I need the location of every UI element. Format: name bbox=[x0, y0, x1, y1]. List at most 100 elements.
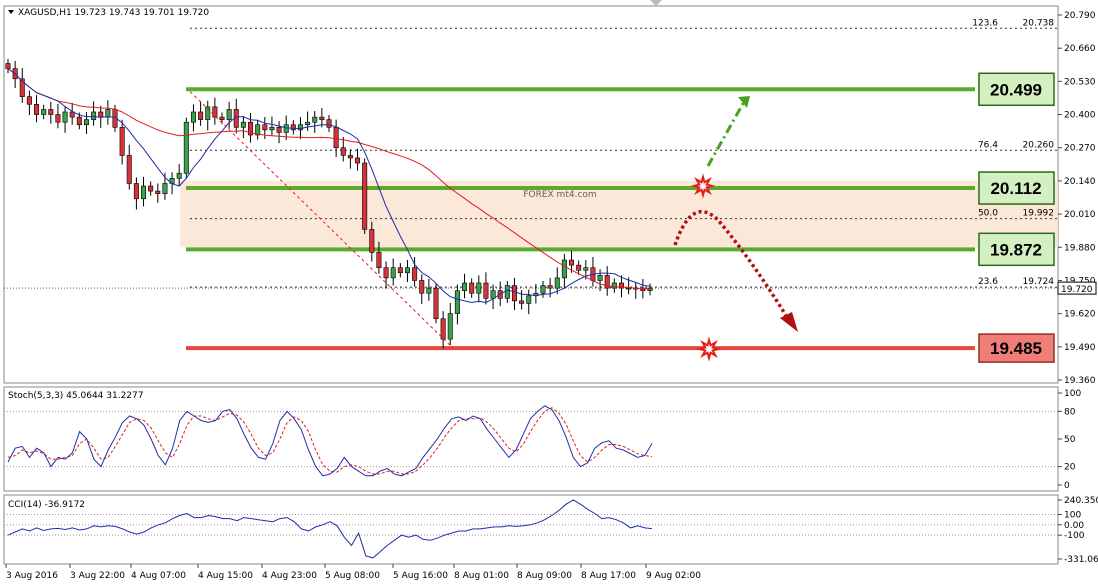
candle-body bbox=[269, 127, 275, 131]
stoch-label: Stoch(5,3,3) 45.0644 31.2277 bbox=[8, 391, 143, 401]
target-star-icon bbox=[696, 336, 722, 362]
y-tick-label: 20.270 bbox=[1064, 144, 1096, 154]
bullish-arrow-line bbox=[706, 99, 747, 167]
candle-body bbox=[119, 127, 125, 156]
y-tick-label: 20.400 bbox=[1064, 111, 1096, 121]
candle-body bbox=[469, 282, 475, 294]
candle-body bbox=[412, 267, 418, 281]
cci-tick-label: -100 bbox=[1064, 531, 1085, 541]
candle-body bbox=[91, 111, 97, 120]
fib-ratio-label: 123.6 bbox=[972, 18, 998, 28]
candle-body bbox=[526, 295, 532, 304]
x-tick-label: 8 Aug 17:00 bbox=[581, 571, 636, 581]
candle-body bbox=[26, 96, 32, 105]
fib-price-label: 19.724 bbox=[1023, 277, 1055, 287]
candle-body bbox=[404, 267, 410, 274]
candle-body bbox=[476, 282, 482, 294]
scroll-marker-icon bbox=[650, 0, 662, 6]
candle-body bbox=[240, 121, 246, 128]
chart-header: XAGUSD,H1 19.723 19.743 19.701 19.720 bbox=[18, 8, 209, 18]
stoch-tick-label: 0 bbox=[1064, 481, 1070, 491]
cci-tick-label: 240.3504 bbox=[1064, 496, 1098, 506]
candle-body bbox=[155, 190, 161, 194]
y-tick-label: 19.620 bbox=[1064, 310, 1096, 320]
candle-body bbox=[183, 121, 189, 174]
y-tick-label: 19.490 bbox=[1064, 343, 1096, 353]
candle-body bbox=[62, 111, 68, 123]
cci-label: CCI(14) -36.9172 bbox=[8, 500, 85, 510]
candle-body bbox=[576, 264, 582, 271]
candle-body bbox=[219, 116, 225, 120]
candle-body bbox=[55, 114, 61, 123]
candle-body bbox=[511, 285, 517, 302]
candle-body bbox=[419, 280, 425, 294]
current-price-label: 19.720 bbox=[1061, 285, 1093, 295]
candle-body bbox=[5, 63, 11, 69]
candle-body bbox=[319, 116, 325, 120]
resistance-label: 20.112 bbox=[990, 179, 1041, 198]
y-tick-label: 20.790 bbox=[1064, 11, 1096, 21]
bullish-arrow-head-icon bbox=[738, 96, 750, 108]
resistance-label: 20.499 bbox=[990, 80, 1042, 99]
candle-body bbox=[76, 116, 82, 126]
candle-body bbox=[105, 109, 111, 118]
candle-body bbox=[504, 285, 510, 299]
candle-body bbox=[305, 121, 311, 126]
cci-panel-frame bbox=[3, 494, 1059, 565]
stoch-tick-label: 100 bbox=[1064, 389, 1081, 399]
candle-body bbox=[262, 124, 268, 131]
candle-body bbox=[98, 111, 104, 118]
candle-body bbox=[447, 313, 453, 340]
candle-body bbox=[312, 116, 318, 123]
candle-body bbox=[355, 157, 361, 164]
candle-body bbox=[540, 285, 546, 294]
candle-body bbox=[433, 287, 439, 320]
x-tick-label: 9 Aug 02:00 bbox=[646, 571, 701, 581]
candle-body bbox=[519, 300, 525, 304]
y-tick-label: 20.140 bbox=[1064, 177, 1096, 187]
fib-price-label: 20.260 bbox=[1023, 140, 1055, 150]
x-tick-label: 3 Aug 22:00 bbox=[70, 571, 125, 581]
candle-body bbox=[561, 259, 567, 279]
candle-body bbox=[554, 277, 560, 289]
fib-ratio-label: 50.0 bbox=[978, 209, 998, 219]
chart-window: XAGUSD,H1 19.723 19.743 19.701 19.720 20.… bbox=[0, 0, 1098, 585]
candle-body bbox=[198, 111, 204, 120]
candle-body bbox=[490, 290, 496, 299]
bearish-arrow-head-icon bbox=[780, 312, 798, 332]
candle-body bbox=[340, 147, 346, 156]
fib-price-label: 20.738 bbox=[1023, 18, 1055, 28]
resistance-zone bbox=[180, 180, 1058, 248]
y-tick-label: 20.530 bbox=[1064, 77, 1096, 87]
candle-body bbox=[126, 155, 132, 184]
candle-body bbox=[283, 124, 289, 133]
candle-body bbox=[83, 119, 89, 126]
fib-ratio-label: 23.6 bbox=[978, 277, 998, 287]
candle-body bbox=[483, 282, 489, 299]
candle-body bbox=[162, 183, 168, 194]
x-tick-label: 4 Aug 23:00 bbox=[262, 571, 317, 581]
candle-body bbox=[569, 259, 575, 266]
y-tick-label: 20.660 bbox=[1064, 44, 1096, 54]
candle-body bbox=[133, 183, 139, 200]
candle-body bbox=[326, 119, 332, 128]
fib-ratio-label: 76.4 bbox=[978, 140, 998, 150]
candle-body bbox=[369, 229, 375, 253]
x-tick-label: 5 Aug 08:00 bbox=[325, 571, 380, 581]
candle-body bbox=[362, 162, 368, 230]
candle-body bbox=[547, 285, 553, 289]
candle-body bbox=[176, 172, 182, 179]
stoch-signal-line bbox=[7, 407, 653, 475]
fib-price-label: 19.992 bbox=[1023, 209, 1055, 219]
cci-line bbox=[7, 499, 653, 559]
y-tick-label: 20.010 bbox=[1064, 210, 1096, 220]
candle-body bbox=[141, 185, 147, 200]
stoch-panel-frame bbox=[3, 386, 1059, 492]
cci-tick-label: 0.00 bbox=[1064, 521, 1084, 531]
resistance-label: 19.872 bbox=[990, 240, 1042, 259]
candle-body bbox=[190, 111, 196, 123]
candle-body bbox=[390, 267, 396, 279]
breakout-star-icon bbox=[690, 173, 716, 199]
x-tick-label: 8 Aug 01:00 bbox=[454, 571, 509, 581]
cci-tick-label: -331.0694 bbox=[1064, 555, 1098, 565]
